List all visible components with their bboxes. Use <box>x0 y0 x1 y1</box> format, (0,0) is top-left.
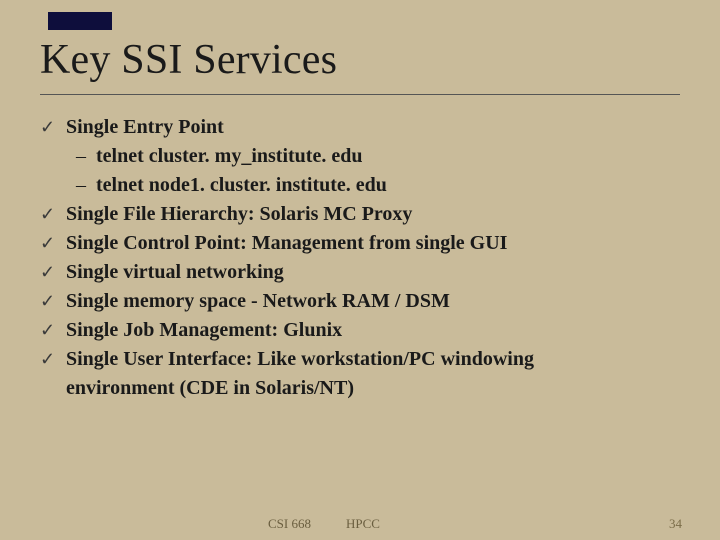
list-item-text: Single User Interface: Like workstation/… <box>66 345 680 374</box>
sub-list-item-text: telnet node1. cluster. institute. edu <box>96 171 680 200</box>
sub-list-item: – telnet cluster. my_institute. edu <box>40 142 680 171</box>
slide: Key SSI Services ✓ Single Entry Point – … <box>40 36 680 403</box>
list-item-text: Single Control Point: Management from si… <box>66 229 680 258</box>
list-item: ✓ Single memory space - Network RAM / DS… <box>40 287 680 316</box>
list-item-text: Single Job Management: Glunix <box>66 316 680 345</box>
list-item: ✓ Single Job Management: Glunix <box>40 316 680 345</box>
list-item: ✓ Single Control Point: Management from … <box>40 229 680 258</box>
list-item: ✓ Single File Hierarchy: Solaris MC Prox… <box>40 200 680 229</box>
footer-topic: HPCC <box>346 516 380 532</box>
checkmark-icon: ✓ <box>40 317 66 343</box>
dash-icon: – <box>76 171 96 200</box>
list-item: ✓ Single Entry Point <box>40 113 680 142</box>
list-item-text: Single File Hierarchy: Solaris MC Proxy <box>66 200 680 229</box>
dash-icon: – <box>76 142 96 171</box>
checkmark-icon: ✓ <box>40 201 66 227</box>
page-title: Key SSI Services <box>40 36 680 95</box>
checkmark-icon: ✓ <box>40 288 66 314</box>
list-item-text: Single memory space - Network RAM / DSM <box>66 287 680 316</box>
checkmark-icon: ✓ <box>40 346 66 372</box>
bullet-list: ✓ Single Entry Point – telnet cluster. m… <box>40 113 680 403</box>
checkmark-icon: ✓ <box>40 230 66 256</box>
list-item-text: environment (CDE in Solaris/NT) <box>66 374 680 403</box>
list-item-text: Single Entry Point <box>66 113 680 142</box>
checkmark-icon: ✓ <box>40 114 66 140</box>
sub-list-item: – telnet node1. cluster. institute. edu <box>40 171 680 200</box>
list-item: ✓ Single User Interface: Like workstatio… <box>40 345 680 374</box>
list-item-text: Single virtual networking <box>66 258 680 287</box>
page-number: 34 <box>669 516 682 532</box>
course-code: CSI 668 <box>268 516 311 532</box>
sub-list-item-text: telnet cluster. my_institute. edu <box>96 142 680 171</box>
list-item: ✓ Single virtual networking <box>40 258 680 287</box>
checkmark-icon: ✓ <box>40 259 66 285</box>
accent-stripe <box>48 12 112 30</box>
list-item-wrap: environment (CDE in Solaris/NT) <box>40 374 680 403</box>
